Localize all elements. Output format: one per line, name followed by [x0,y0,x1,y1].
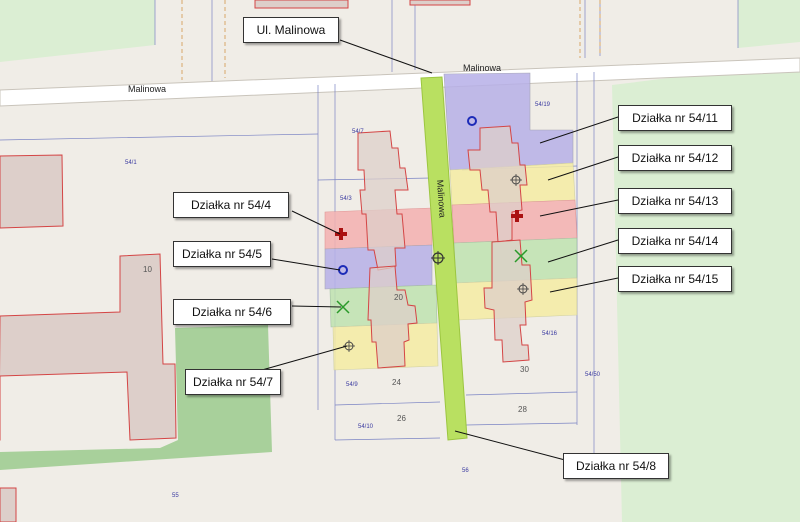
callout-dzialka-54-15: Działka nr 54/15 [618,266,732,292]
parcel-number-54-16: 54/16 [542,331,558,337]
forest-area-top-right [738,0,800,48]
callout-dzialka-54-13: Działka nr 54/13 [618,188,732,214]
building-number-20: 20 [394,293,403,302]
callout-dzialka-54-12: Działka nr 54/12 [618,145,732,171]
callout-dzialka-54-4: Działka nr 54/4 [173,192,289,218]
parcel-number-54-1: 54/1 [125,160,137,166]
parcel-number-54-50: 54/50 [585,372,601,378]
callout-ul-malinowa: Ul. Malinowa [243,17,339,43]
building-number-26: 26 [397,414,406,423]
parcel-number-54-9: 54/9 [346,382,358,388]
building-number-24: 24 [392,378,401,387]
map-canvas[interactable]: Malinowa Malinowa Malinowa 10 24 26 30 2… [0,0,800,522]
parcel-number-55: 55 [172,493,179,499]
building-number-30: 30 [520,365,529,374]
parcel-number-54-19: 54/19 [535,102,551,108]
parcel-number-54-7: 54/7 [352,129,364,135]
road-label-east: Malinowa [463,63,501,73]
parcel-number-54-3: 54/3 [340,196,352,202]
building-number-10: 10 [143,265,152,274]
parcel-number-56: 56 [462,468,469,474]
callout-dzialka-54-14: Działka nr 54/14 [618,228,732,254]
callout-dzialka-54-6: Działka nr 54/6 [173,299,291,325]
parcel-number-54-10: 54/10 [358,424,374,430]
callout-dzialka-54-7: Działka nr 54/7 [185,369,281,395]
callout-dzialka-54-11: Działka nr 54/11 [618,105,732,131]
building-number-28: 28 [518,405,527,414]
road-label-west: Malinowa [128,84,166,94]
callout-dzialka-54-8: Działka nr 54/8 [563,453,669,479]
callout-dzialka-54-5: Działka nr 54/5 [173,241,271,267]
